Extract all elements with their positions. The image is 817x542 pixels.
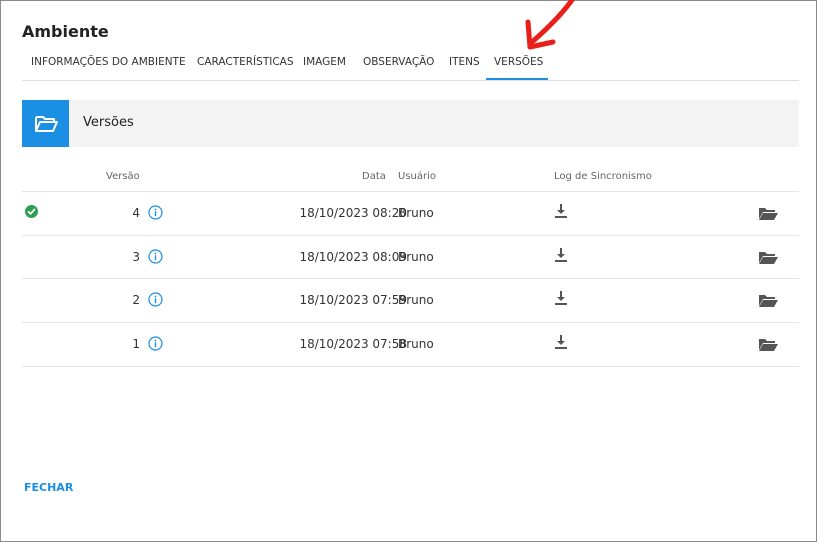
annotation-arrow-icon: [525, 0, 575, 50]
download-icon[interactable]: [554, 290, 568, 306]
download-icon[interactable]: [554, 247, 568, 263]
tab-itens[interactable]: ITENS: [449, 56, 480, 79]
section-header: Versões: [22, 100, 799, 147]
version-user: Bruno: [398, 293, 434, 307]
section-title: Versões: [83, 115, 134, 130]
table-row: 4 18/10/2023 08:20 Bruno: [22, 191, 799, 235]
version-user: Bruno: [398, 337, 434, 351]
folder-icon[interactable]: [758, 250, 778, 265]
info-icon[interactable]: [148, 249, 163, 264]
table-row: 2 18/10/2023 07:59 Bruno: [22, 278, 799, 322]
tab-informacoes[interactable]: INFORMAÇÕES DO AMBIENTE: [31, 56, 186, 79]
info-icon[interactable]: [148, 205, 163, 220]
version-number: 1: [132, 337, 140, 351]
version-user: Bruno: [398, 250, 434, 264]
tab-imagem[interactable]: IMAGEM: [303, 56, 346, 79]
version-number: 4: [132, 206, 140, 220]
version-number: 3: [132, 250, 140, 264]
header-data: Data: [362, 171, 386, 182]
version-user: Bruno: [398, 206, 434, 220]
folder-icon[interactable]: [758, 337, 778, 352]
download-icon[interactable]: [554, 334, 568, 350]
tab-caracteristicas[interactable]: CARACTERÍSTICAS: [197, 56, 294, 79]
tab-bar: INFORMAÇÕES DO AMBIENTE CARACTERÍSTICAS …: [22, 56, 799, 81]
header-versao: Versão: [106, 171, 140, 182]
tab-observacao[interactable]: OBSERVAÇÃO: [363, 56, 434, 79]
info-icon[interactable]: [148, 336, 163, 351]
info-icon[interactable]: [148, 292, 163, 307]
version-date: 18/10/2023 07:59: [299, 293, 407, 307]
dialog-title: Ambiente: [22, 22, 109, 41]
close-button[interactable]: FECHAR: [24, 481, 73, 494]
folder-open-icon: [22, 100, 69, 147]
active-tab-indicator: [486, 78, 548, 80]
download-icon[interactable]: [554, 203, 568, 219]
version-number: 2: [132, 293, 140, 307]
current-version-check-icon: [25, 205, 38, 218]
table-row: 3 18/10/2023 08:09 Bruno: [22, 235, 799, 279]
header-log: Log de Sincronismo: [554, 171, 652, 182]
version-date: 18/10/2023 08:20: [299, 206, 407, 220]
table-row: 1 18/10/2023 07:58 Bruno: [22, 322, 799, 367]
folder-icon[interactable]: [758, 293, 778, 308]
version-date: 18/10/2023 07:58: [299, 337, 407, 351]
version-date: 18/10/2023 08:09: [299, 250, 407, 264]
header-usuario: Usuário: [398, 171, 437, 182]
folder-icon[interactable]: [758, 206, 778, 221]
